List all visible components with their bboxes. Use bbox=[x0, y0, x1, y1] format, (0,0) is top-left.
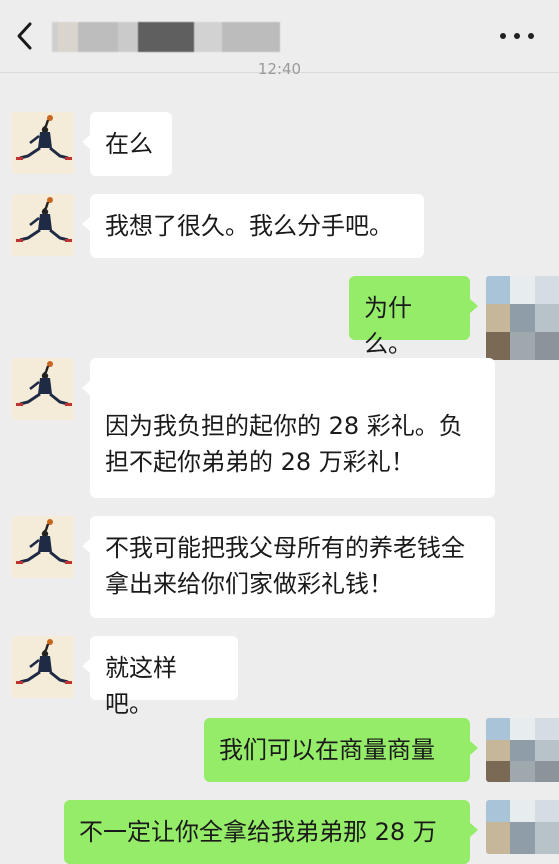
chevron-left-icon bbox=[17, 22, 32, 50]
jumpman-avatar-icon bbox=[12, 636, 74, 698]
timestamp: 12:40 bbox=[257, 60, 302, 78]
avatar-self-blurred[interactable] bbox=[486, 800, 559, 854]
message-bubble-received[interactable]: 在么 bbox=[82, 112, 172, 176]
ellipsis-icon bbox=[500, 33, 506, 39]
avatar[interactable] bbox=[12, 516, 74, 578]
message-bubble-received[interactable]: 我想了很久。我么分手吧。 bbox=[82, 194, 424, 258]
message-bubble-sent[interactable]: 为什么。 bbox=[349, 276, 478, 358]
message-bubble-sent[interactable]: 不一定让你全拿给我弟弟那 28 万 bbox=[64, 800, 478, 864]
message-bubble-received[interactable]: 不我可能把我父母所有的养老钱全拿出来给你们家做彩礼钱！ bbox=[82, 516, 495, 618]
message-bubble-received[interactable]: 因为我负担的起你的 28 彩礼。负担不起你弟弟的 28 万彩礼！ bbox=[82, 358, 495, 498]
avatar-self-blurred[interactable] bbox=[486, 276, 559, 360]
jumpman-avatar-icon bbox=[12, 112, 74, 174]
jumpman-avatar-icon bbox=[12, 358, 74, 420]
message-bubble-received[interactable]: 就这样吧。 bbox=[82, 636, 238, 718]
avatar-self-blurred[interactable] bbox=[486, 718, 559, 782]
contact-name-blurred bbox=[52, 22, 280, 52]
avatar[interactable] bbox=[12, 636, 74, 698]
more-options-button[interactable] bbox=[500, 28, 534, 44]
avatar[interactable] bbox=[12, 358, 74, 420]
avatar[interactable] bbox=[12, 194, 74, 256]
avatar[interactable] bbox=[12, 112, 74, 174]
message-bubble-sent[interactable]: 我们可以在商量商量 bbox=[204, 718, 478, 782]
back-button[interactable] bbox=[8, 18, 44, 54]
jumpman-avatar-icon bbox=[12, 194, 74, 256]
jumpman-avatar-icon bbox=[12, 516, 74, 578]
